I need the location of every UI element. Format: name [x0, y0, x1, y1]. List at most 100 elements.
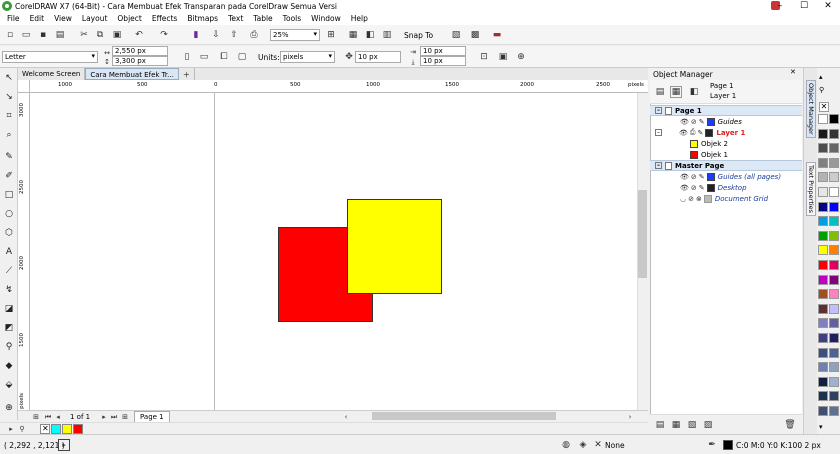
- docker-tab-object-manager[interactable]: Object Manager: [806, 80, 816, 138]
- color-palette-swatch[interactable]: [818, 114, 828, 124]
- status-play-icon[interactable]: ▸: [58, 439, 70, 451]
- object-2-yellow-square[interactable]: [347, 199, 442, 294]
- color-palette-swatch[interactable]: [829, 201, 839, 212]
- tab-current-document[interactable]: Cara Membuat Efek Tr...: [85, 68, 179, 80]
- new-master-layer-icon[interactable]: ▦: [670, 419, 682, 431]
- export-icon[interactable]: ⇧: [228, 29, 240, 41]
- duplicate-distance-y-field[interactable]: 10 px: [420, 56, 466, 66]
- color-palette-swatch[interactable]: [818, 362, 828, 373]
- docker-close-icon[interactable]: ✕: [790, 68, 796, 76]
- color-palette-swatch[interactable]: [829, 318, 839, 329]
- color-palette-swatch[interactable]: [818, 172, 828, 183]
- portrait-icon[interactable]: ▯: [181, 51, 193, 63]
- smart-fill-icon[interactable]: ⬙: [3, 379, 15, 391]
- units-select[interactable]: pixels: [280, 51, 335, 63]
- crop-tool-icon[interactable]: ⌗: [3, 110, 15, 122]
- page-height-field[interactable]: 3,300 px: [112, 56, 168, 66]
- rectangle-tool-icon[interactable]: □: [3, 189, 15, 201]
- om-document-grid[interactable]: ◡ ⊘ ⊗ Document Grid: [650, 193, 802, 204]
- drawing-canvas[interactable]: [30, 93, 637, 410]
- menu-object[interactable]: Object: [112, 14, 146, 23]
- vertical-scroll-thumb[interactable]: [638, 190, 647, 278]
- color-palette-swatch[interactable]: [818, 406, 828, 416]
- layer-manager-view-icon[interactable]: ◧: [688, 86, 700, 98]
- maximize-button[interactable]: ☐: [792, 0, 816, 12]
- menu-text[interactable]: Text: [223, 14, 248, 23]
- eye-icon[interactable]: 👁: [679, 129, 688, 137]
- collapse-icon[interactable]: –: [655, 107, 662, 114]
- import-icon[interactable]: ⇩: [210, 29, 222, 41]
- paste-icon[interactable]: ▣: [111, 29, 123, 41]
- paper-size-select[interactable]: Letter: [2, 51, 98, 63]
- color-palette-swatch[interactable]: [818, 318, 828, 329]
- color-palette-swatch[interactable]: [829, 333, 839, 343]
- om-object-1[interactable]: Objek 1: [650, 149, 802, 160]
- copy-icon[interactable]: ⧉: [94, 29, 106, 41]
- menu-effects[interactable]: Effects: [147, 14, 183, 23]
- collapse-icon[interactable]: –: [655, 129, 662, 136]
- color-palette-swatch[interactable]: [829, 216, 839, 227]
- add-tool-icon[interactable]: ⊕: [3, 402, 15, 414]
- collapse-icon[interactable]: –: [655, 162, 662, 169]
- color-palette-swatch[interactable]: [829, 289, 839, 300]
- vertical-ruler[interactable]: 3000 2500 2000 1500 pixels: [18, 93, 30, 410]
- color-palette-swatch[interactable]: [818, 391, 828, 402]
- printer-icon[interactable]: ⎙: [690, 128, 696, 137]
- document-palette-swatch[interactable]: [73, 424, 83, 434]
- quick-customize-icon[interactable]: ⊕: [515, 51, 527, 63]
- color-palette-swatch[interactable]: [829, 347, 839, 358]
- color-palette-swatch[interactable]: [829, 230, 839, 241]
- color-palette-swatch[interactable]: [829, 187, 839, 197]
- menu-window[interactable]: Window: [306, 14, 346, 23]
- launch-icon[interactable]: ▬: [491, 29, 503, 41]
- delete-icon[interactable]: 🗑: [784, 419, 796, 431]
- zoom-to-page-icon[interactable]: ⊞: [325, 29, 337, 41]
- color-palette-swatch[interactable]: [818, 187, 828, 197]
- color-palette-swatch[interactable]: [818, 333, 828, 343]
- eye-icon[interactable]: 👁: [680, 173, 689, 181]
- publish-pdf-icon[interactable]: ⎙: [248, 29, 260, 41]
- color-palette-swatch[interactable]: [818, 274, 828, 285]
- bleed-icon[interactable]: ⊡: [478, 51, 490, 63]
- tab-welcome-screen[interactable]: Welcome Screen: [18, 68, 86, 80]
- color-palette-swatch[interactable]: [818, 216, 828, 227]
- print-disabled-icon[interactable]: ⊘: [691, 118, 697, 126]
- om-guides[interactable]: 👁 ⊘ ✎ Guides: [650, 116, 802, 127]
- pencil-icon[interactable]: ✎: [699, 173, 705, 181]
- color-palette-swatch[interactable]: [829, 245, 839, 256]
- interactive-fill-icon[interactable]: ◆: [3, 360, 15, 372]
- zoom-level-select[interactable]: 25%: [270, 29, 320, 41]
- transparency-tool-icon[interactable]: ◩: [3, 322, 15, 334]
- open-icon[interactable]: ▭: [20, 29, 32, 41]
- close-button[interactable]: ✕: [816, 0, 840, 12]
- color-palette-swatch[interactable]: [829, 128, 839, 139]
- color-palette-swatch[interactable]: [829, 406, 839, 416]
- document-color-settings-icon[interactable]: ◍: [560, 439, 572, 451]
- om-layer-1[interactable]: – 👁 ⎙ ✎ Layer 1: [650, 127, 802, 138]
- palette-eyedropper-icon[interactable]: ⚲: [819, 86, 824, 94]
- docker-tab-text-properties[interactable]: Text Properties: [806, 162, 816, 217]
- menu-table[interactable]: Table: [248, 14, 277, 23]
- new-document-icon[interactable]: ▫: [4, 29, 16, 41]
- color-palette-swatch[interactable]: [829, 143, 839, 154]
- page-frame-icon[interactable]: ▣: [497, 51, 509, 63]
- color-palette-swatch[interactable]: [829, 172, 839, 183]
- edit-across-layers-icon[interactable]: ▦: [670, 86, 682, 98]
- pencil-icon[interactable]: ✎: [699, 118, 705, 126]
- om-desktop[interactable]: 👁 ⊘ ✎ Desktop: [650, 182, 802, 193]
- color-palette-swatch[interactable]: [818, 347, 828, 358]
- search-content-icon[interactable]: ▮: [190, 29, 202, 41]
- menu-file[interactable]: File: [2, 14, 25, 23]
- application-launcher-icon[interactable]: ▩: [469, 29, 481, 41]
- new-layer-icon[interactable]: ▤: [654, 419, 666, 431]
- color-palette-swatch[interactable]: [818, 245, 828, 256]
- polygon-tool-icon[interactable]: ⬡: [3, 227, 15, 239]
- minimize-button[interactable]: –: [768, 0, 792, 12]
- color-palette-swatch[interactable]: [818, 303, 828, 314]
- lock-icon[interactable]: ⊗: [696, 195, 702, 203]
- color-palette-swatch[interactable]: [829, 274, 839, 285]
- pick-tool-icon[interactable]: ↖: [3, 72, 15, 84]
- show-object-properties-icon[interactable]: ▤: [654, 86, 666, 98]
- shape-tool-icon[interactable]: ↘: [3, 91, 15, 103]
- color-palette-swatch[interactable]: [829, 157, 839, 168]
